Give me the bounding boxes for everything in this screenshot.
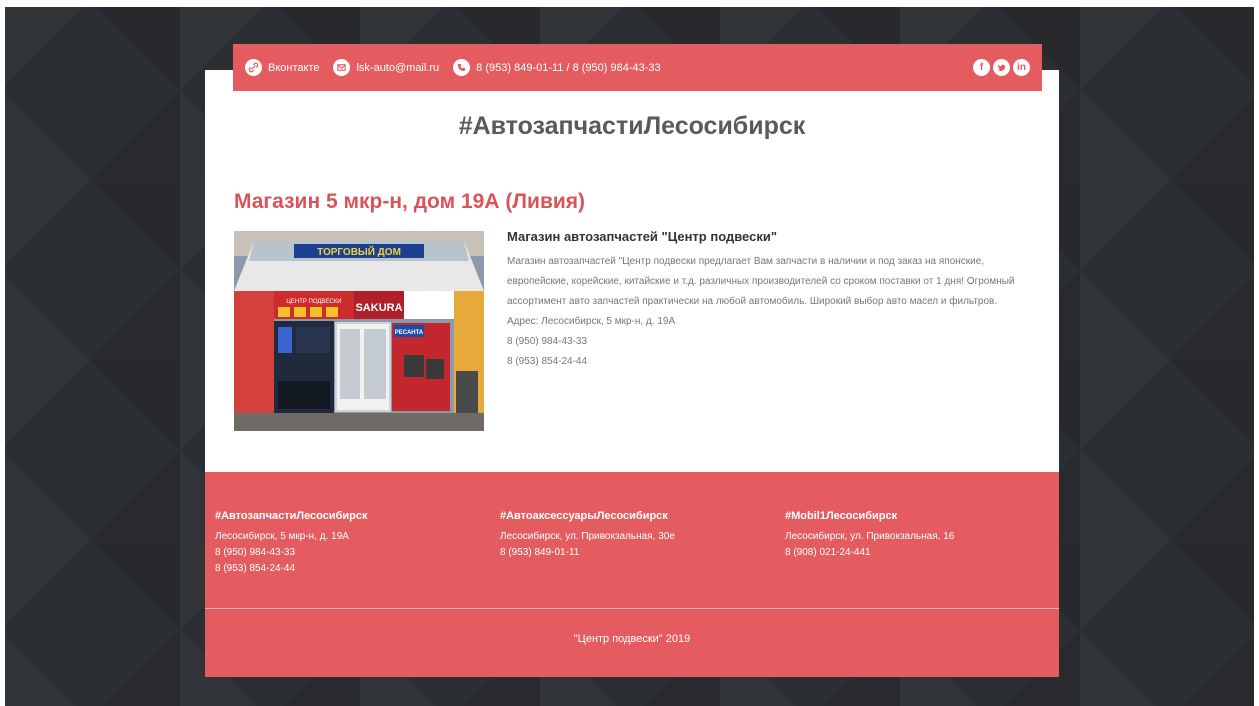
site-title: #АвтозапчастиЛесосибирск xyxy=(458,112,806,140)
photo-center-text: ЦЕНТР ПОДВЕСКИ xyxy=(286,299,341,305)
footer-divider xyxy=(205,608,1059,609)
link-icon xyxy=(245,59,262,76)
shop-subtitle: Магазин автозапчастей "Центр подвески" xyxy=(507,229,777,244)
footer-column-title: #Mobil1Лесосибирск xyxy=(785,510,898,522)
photo-brand-text: SAKURA xyxy=(355,302,402,314)
phone-icon xyxy=(453,59,471,76)
footer-column-line: 8 (953) 849-01-11 xyxy=(500,547,580,558)
window-edge-top xyxy=(0,0,1259,7)
twitter-icon[interactable] xyxy=(993,59,1010,76)
footer-column-line: Лесосибирск, 5 мкр-н, д. 19А xyxy=(215,531,349,542)
footer-column-title: #АвтоаксессуарыЛесосибирск xyxy=(500,510,668,522)
phone-link[interactable]: 8 (953) 849-01-11 / 8 (950) 984-43-33 xyxy=(453,59,661,76)
footer-column-accessories: #АвтоаксессуарыЛесосибирск Лесосибирск, … xyxy=(500,510,770,561)
vk-label: Вконтакте xyxy=(268,61,320,74)
top-contact-bar: Вконтакте lsk-auto@mail.ru 8 (953) 849-0… xyxy=(233,44,1042,91)
footer-column-title: #АвтозапчастиЛесосибирск xyxy=(215,510,368,522)
photo-resanta-text: РЕСАНТА xyxy=(395,330,424,336)
shop-description: Магазин автозапчастей "Центр подвески пр… xyxy=(507,256,1015,307)
footer: #АвтозапчастиЛесосибирск Лесосибирск, 5 … xyxy=(205,472,1059,677)
footer-column-autoparts: #АвтозапчастиЛесосибирск Лесосибирск, 5 … xyxy=(215,510,485,577)
vk-link[interactable]: Вконтакте xyxy=(245,59,319,76)
email-label: lsk-auto@mail.ru xyxy=(356,61,440,74)
email-link[interactable]: lsk-auto@mail.ru xyxy=(333,59,439,76)
footer-column-mobil1: #Mobil1Лесосибирск Лесосибирск, ул. Прив… xyxy=(785,510,1055,561)
facebook-icon[interactable]: f xyxy=(973,59,990,76)
shop-heading: Магазин 5 мкр-н, дом 19А (Ливия) xyxy=(234,190,586,213)
window-edge-left xyxy=(0,0,5,706)
mail-icon xyxy=(333,59,351,76)
shop-phone-2: 8 (953) 854-24-44 xyxy=(507,356,588,367)
footer-column-line: Лесосибирск, ул. Привокзальная, 30е xyxy=(500,531,675,542)
linkedin-icon[interactable]: in xyxy=(1013,59,1030,76)
footer-column-line: 8 (908) 021-24-441 xyxy=(785,547,871,558)
shop-address: Адрес: Лесосибирск, 5 мкр-н, д. 19А xyxy=(507,316,676,327)
shop-phone-1: 8 (950) 984-43-33 xyxy=(507,336,588,347)
footer-column-line: 8 (950) 984-43-33 xyxy=(215,547,296,558)
shop-info: Магазин автозапчастей "Центр подвески" М… xyxy=(507,229,1032,372)
window-edge-right xyxy=(1254,0,1259,706)
photo-banner-text: ТОРГОВЫЙ ДОМ xyxy=(317,245,401,258)
shop-photo: ТОРГОВЫЙ ДОМ ЦЕНТР ПОДВЕСКИ SAKURA РЕСАН… xyxy=(234,231,484,431)
social-links: f in xyxy=(970,59,1030,76)
footer-copyright: "Центр подвески" 2019 xyxy=(573,633,691,645)
phones-label: 8 (953) 849-01-11 / 8 (950) 984-43-33 xyxy=(476,61,661,74)
footer-column-line: Лесосибирск, ул. Привокзальная, 16 xyxy=(785,531,955,542)
footer-column-line: 8 (953) 854-24-44 xyxy=(215,563,296,574)
